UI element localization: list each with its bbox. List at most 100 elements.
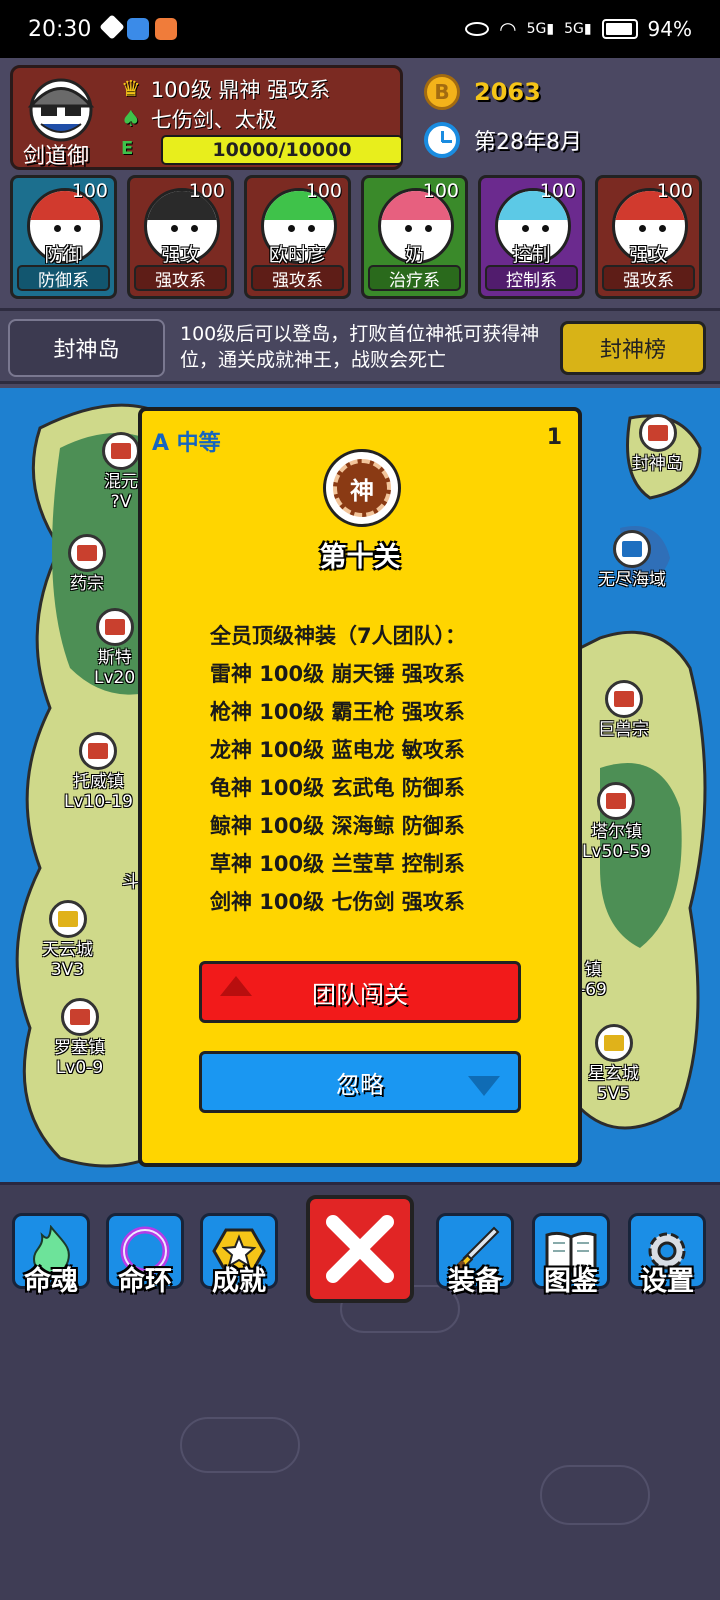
location-icon [604,680,643,718]
enemy-list: 全员顶级神装（7人团队）： 雷神 100级 崩天锤 强攻系 枪神 100级 霸王… [210,617,570,921]
member-class: 治疗系 [368,265,461,291]
map-location[interactable]: 封神岛 [632,414,683,474]
stage-attempt-count: 1 [546,425,562,450]
member-level: 100 [656,180,693,202]
nav-settings-label: 设置 [640,1266,694,1297]
location-icon [60,998,99,1036]
map-location[interactable]: 星玄城 5V5 [588,1024,639,1104]
gold-display: B 2063 [424,74,541,110]
map-location[interactable]: 天云城 3V3 [42,900,93,980]
battery-percent: 94% [647,17,692,41]
location-icon [48,900,87,938]
map-location[interactable]: 托威镇 Lv10-19 [64,732,133,812]
player-name: 剑道御 [23,144,90,169]
map-location[interactable]: 斯特 Lv20 [94,608,135,688]
enemy-entry: 草神 100级 兰莹草 控制系 [210,852,465,876]
map-location[interactable]: 混元 ?V [102,432,140,512]
map-location[interactable]: 巨兽宗 [598,680,649,740]
battery-level [605,23,632,35]
battery-icon [601,19,638,39]
member-class: 强攻系 [251,265,344,291]
member-level: 100 [71,180,108,202]
nav-codex-button[interactable]: 图鉴 [532,1213,610,1297]
enemy-entry: 枪神 100级 霸王枪 强攻系 [210,700,465,724]
team-member[interactable]: 100 强攻 强攻系 [127,175,234,299]
notification-app-icon [155,18,178,40]
location-icon [79,732,118,770]
enemy-entry: 剑神 100级 七伤剑 强攻系 [210,890,465,914]
arrow-up-icon [220,976,252,996]
nav-codex-label: 图鉴 [544,1266,598,1297]
location-icon [68,534,106,572]
team-member[interactable]: 100 防御 防御系 [10,175,117,299]
player-rank-text: 100级 鼎神 强攻系 [150,78,331,102]
exp-text: 10000/10000 [212,139,352,161]
member-name: 强攻 [161,244,200,266]
nav-ring-button[interactable]: 命环 [106,1213,184,1297]
cloud-decoration [540,1465,650,1525]
team-member[interactable]: 100 控制 控制系 [478,175,585,299]
eye-icon [465,22,490,36]
nav-achievement-label: 成就 [212,1266,266,1297]
member-level: 100 [539,180,576,202]
stage-dialog: A 中等 1 神 第十关 全员顶级神装（7人团队）： 雷神 100级 崩天锤 强… [138,407,582,1167]
member-name: 欧时彦 [268,244,326,266]
map-location[interactable]: 药宗 [68,534,106,594]
crown-icon: ♛ [121,76,141,102]
ignore-button[interactable]: 忽略 [199,1051,521,1113]
enemy-entry: 龙神 100级 蓝电龙 敏攻系 [210,738,465,762]
location-icon [102,432,140,470]
god-emblem-icon: 神 [323,449,401,527]
close-icon [326,1215,394,1283]
team-member[interactable]: 100 奶 治疗系 [361,175,468,299]
player-profile-card[interactable]: 剑道御 ♛ 100级 鼎神 强攻系 ♠ 七伤剑、太极 E 10000/10000 [10,65,403,170]
member-level: 100 [188,180,225,202]
god-island-button[interactable]: 封神岛 [8,319,165,377]
map-location[interactable]: 无尽海域 [598,530,666,590]
nav-soul-button[interactable]: 命魂 [12,1213,90,1297]
team-member[interactable]: 100 强攻 强攻系 [595,175,702,299]
player-skill-line: ♠ 七伤剑、太极 [121,104,277,134]
member-name: 控制 [512,244,551,266]
player-rank-line: ♛ 100级 鼎神 强攻系 [121,74,330,104]
god-emblem-text: 神 [333,459,391,517]
member-level: 100 [305,180,342,202]
map-location-label: 斗 [122,872,139,892]
enemy-entry: 龟神 100级 玄武龟 防御系 [210,776,465,800]
nav-soul-label: 命魂 [24,1266,78,1297]
close-button[interactable] [306,1195,414,1303]
map-location[interactable]: 塔尔镇 Lv50-59 [582,782,651,862]
date-display: 第28年8月 [424,122,582,158]
location-icon [95,608,134,646]
exp-icon: E [121,138,134,159]
notification-app-icon [127,18,150,40]
member-class: 控制系 [485,265,578,291]
nav-equipment-button[interactable]: 装备 [436,1213,514,1297]
nav-ring-label: 命环 [118,1266,172,1297]
player-avatar [27,78,95,142]
nav-achievement-button[interactable]: 成就 [200,1213,278,1297]
bottom-navigation: 命魂 命环 成就 装备 图鉴 设置 [0,1182,720,1600]
god-island-bar: 封神岛 100级后可以登岛，打败首位神祇可获得神位，通关成就神王，战败会死亡 封… [0,308,720,384]
stage-difficulty: A 中等 [152,431,221,456]
team-challenge-label: 团队闯关 [312,980,408,1009]
exp-bar: 10000/10000 [161,135,403,165]
signal-icon: 5G▮ [564,21,592,37]
map-location[interactable]: 罗塞镇 Lv0-9 [54,998,105,1078]
cloud-decoration [180,1417,300,1473]
member-name: 奶 [404,244,424,266]
flame-icon: ♠ [121,106,141,132]
notification-icons [99,14,178,40]
signal-icon: 5G▮ [526,21,555,37]
location-icon [594,1024,633,1062]
god-ranking-button[interactable]: 封神榜 [560,321,706,375]
ignore-label: 忽略 [336,1070,384,1099]
enemy-team-header: 全员顶级神装（7人团队）： [210,624,467,648]
notification-app-icon [99,14,126,40]
team-challenge-button[interactable]: 团队闯关 [199,961,521,1023]
location-icon [638,414,677,452]
nav-settings-button[interactable]: 设置 [628,1213,706,1297]
team-member[interactable]: 100 欧时彦 强攻系 [244,175,351,299]
coin-icon: B [424,74,460,110]
status-time: 20:30 [28,16,92,42]
